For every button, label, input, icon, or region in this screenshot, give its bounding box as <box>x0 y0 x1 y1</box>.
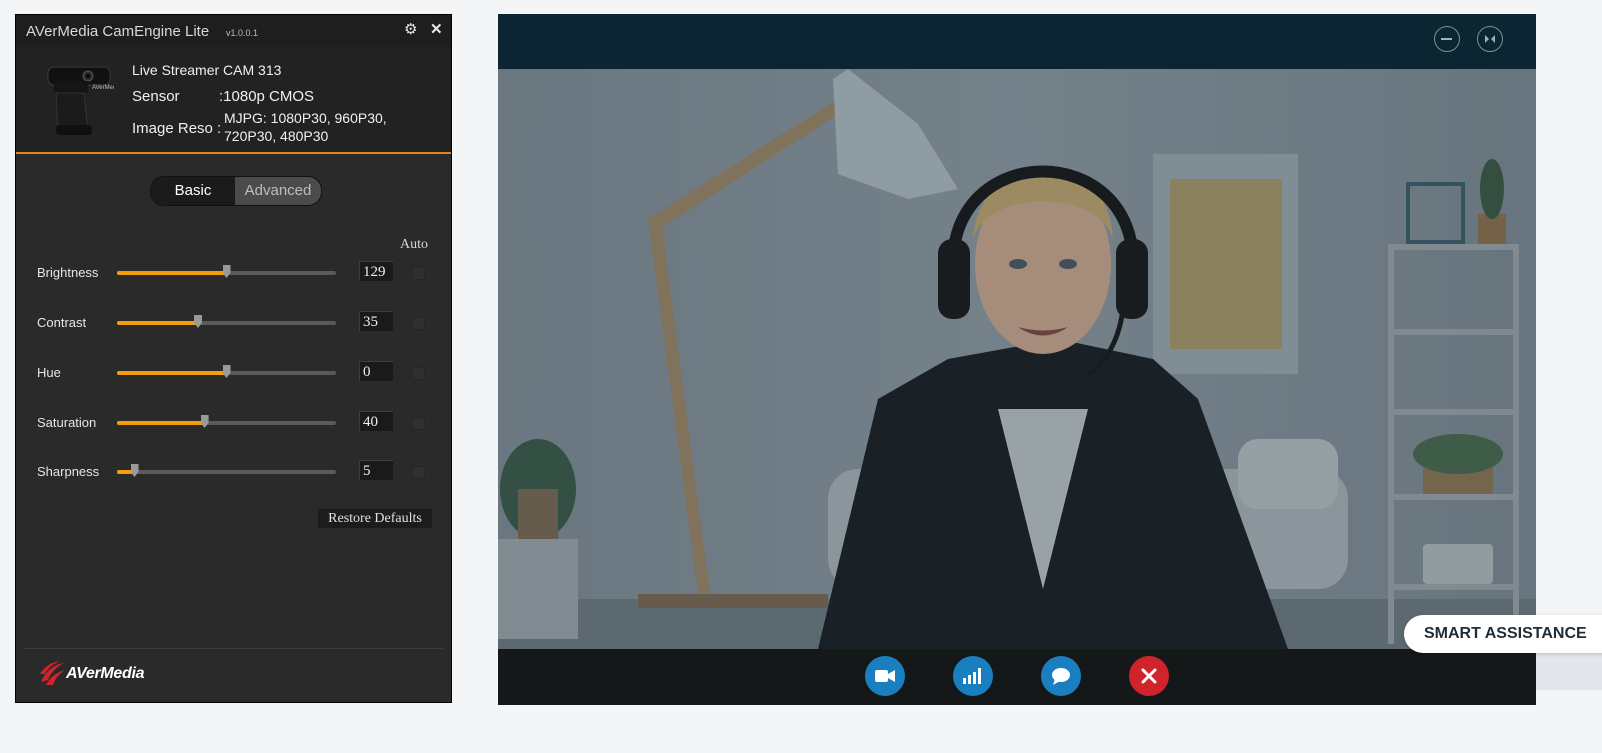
svg-text:AVerMedia: AVerMedia <box>92 85 114 91</box>
chat-bubble-icon[interactable] <box>1041 656 1081 696</box>
slider-value-field[interactable]: 5 <box>359 460 393 480</box>
gear-icon[interactable]: ⚙ <box>404 22 417 38</box>
page-edge-strip <box>1536 653 1602 690</box>
auto-column-label: Auto <box>400 237 428 252</box>
slider-row-hue: Hue 0 <box>16 358 453 388</box>
auto-checkbox[interactable] <box>412 267 425 280</box>
slider-fill <box>117 321 199 325</box>
sensor-value: :1080p CMOS <box>219 88 315 105</box>
auto-checkbox[interactable] <box>412 466 425 479</box>
title-bar: AVerMedia CamEngine Lite v1.0.0.1 ⚙ ✕ <box>16 15 451 47</box>
slider-label: Contrast <box>37 315 87 330</box>
brand-logo-text: AVerMedia <box>66 665 145 682</box>
slider-row-sharpness: Sharpness 5 <box>16 457 453 487</box>
tab-basic[interactable]: Basic <box>151 177 235 205</box>
mode-tabs: Basic Advanced <box>150 176 322 206</box>
slider-value-field[interactable]: 0 <box>359 361 393 381</box>
image-reso-label: Image Reso : <box>132 120 222 137</box>
slider-track[interactable] <box>117 265 336 278</box>
signal-bars-icon[interactable] <box>953 656 993 696</box>
video-feed-image <box>498 69 1536 649</box>
minimize-icon[interactable] <box>1434 26 1460 52</box>
video-call-window <box>498 14 1536 705</box>
slider-label: Brightness <box>37 265 99 280</box>
device-name: Live Streamer CAM 313 <box>132 62 282 78</box>
auto-checkbox[interactable] <box>412 367 425 380</box>
slider-thumb[interactable] <box>200 415 209 428</box>
smart-assistance-button[interactable]: SMART ASSISTANCE <box>1404 615 1602 653</box>
webcam-image: AVerMedia <box>47 66 114 135</box>
camengine-panel: AVerMedia CamEngine Lite v1.0.0.1 ⚙ ✕ AV… <box>15 14 452 703</box>
app-title: AVerMedia CamEngine Lite <box>26 23 210 40</box>
device-info: AVerMedia Live Streamer CAM 313 Sensor :… <box>16 47 451 154</box>
tab-advanced[interactable]: Advanced <box>235 177 321 205</box>
slider-fill <box>117 271 227 275</box>
slider-thumb[interactable] <box>194 315 203 328</box>
slider-row-saturation: Saturation 40 <box>16 408 453 438</box>
image-reso-line2: 720P30, 480P30 <box>224 128 329 144</box>
slider-track[interactable] <box>117 365 336 378</box>
close-icon[interactable]: ✕ <box>430 22 443 38</box>
slider-row-brightness: Brightness 129 <box>16 258 453 288</box>
slider-label: Sharpness <box>37 464 100 479</box>
avermedia-logo-icon <box>40 661 65 685</box>
slider-thumb[interactable] <box>222 365 231 378</box>
video-top-bar <box>498 14 1536 69</box>
slider-fill <box>117 371 227 375</box>
auto-checkbox[interactable] <box>412 417 425 430</box>
slider-track[interactable] <box>117 415 336 428</box>
slider-label: Saturation <box>37 415 97 430</box>
sensor-label: Sensor <box>132 88 180 105</box>
app-version: v1.0.0.1 <box>226 28 259 38</box>
slider-row-contrast: Contrast 35 <box>16 308 453 338</box>
collapse-icon[interactable] <box>1477 26 1503 52</box>
slider-label: Hue <box>37 365 61 380</box>
restore-defaults-button[interactable]: Restore Defaults <box>318 509 432 528</box>
image-reso-line1: MJPG: 1080P30, 960P30, <box>224 110 387 126</box>
slider-thumb[interactable] <box>222 265 231 278</box>
hangup-icon[interactable] <box>1129 656 1169 696</box>
slider-value-field[interactable]: 40 <box>359 411 393 431</box>
slider-value-field[interactable]: 129 <box>359 261 393 281</box>
slider-thumb[interactable] <box>130 464 139 477</box>
auto-checkbox[interactable] <box>412 317 425 330</box>
footer-divider <box>24 648 443 649</box>
slider-track[interactable] <box>117 315 336 328</box>
slider-value-field[interactable]: 35 <box>359 311 393 331</box>
slider-track[interactable] <box>117 464 336 477</box>
call-controls-bar <box>498 649 1536 705</box>
slider-fill <box>117 421 205 425</box>
video-camera-icon[interactable] <box>865 656 905 696</box>
